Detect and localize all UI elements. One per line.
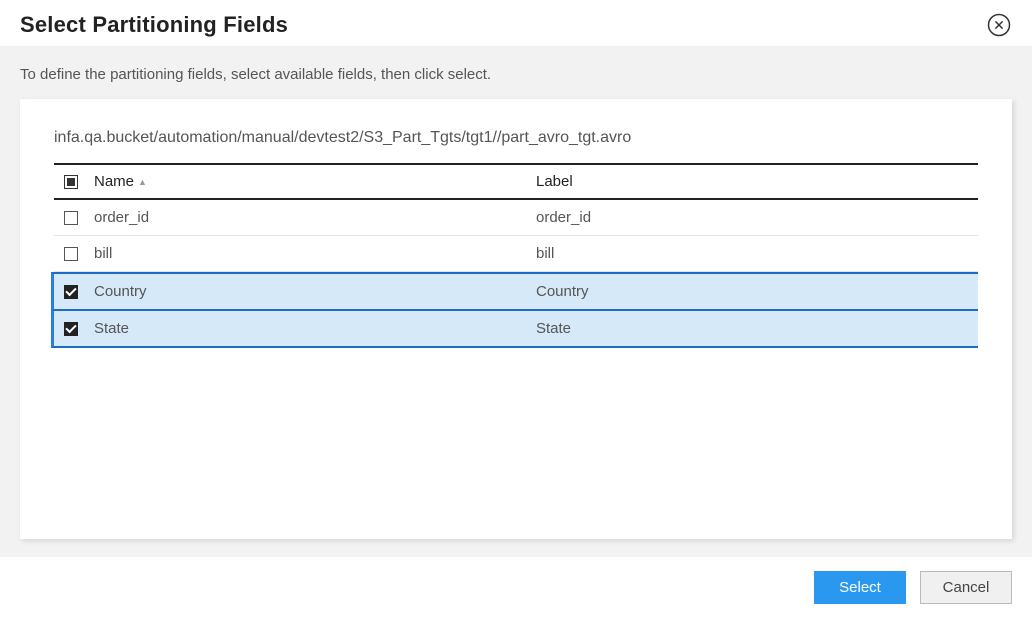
cell-name: bill xyxy=(94,245,536,262)
fields-panel: infa.qa.bucket/automation/manual/devtest… xyxy=(20,99,1012,539)
row-checkbox[interactable] xyxy=(64,322,78,336)
column-header-label-label: Label xyxy=(536,173,573,190)
cell-label: State xyxy=(536,320,978,337)
select-all-checkbox[interactable] xyxy=(64,175,78,189)
cell-label: bill xyxy=(536,245,978,262)
cell-name: order_id xyxy=(94,209,536,226)
row-checkbox[interactable] xyxy=(64,285,78,299)
select-button[interactable]: Select xyxy=(814,571,906,604)
dialog-title: Select Partitioning Fields xyxy=(20,12,288,38)
cell-label: order_id xyxy=(536,209,978,226)
cell-name: Country xyxy=(94,283,536,300)
table-row[interactable]: Country Country xyxy=(51,272,978,311)
table-header: Name ▲ Label xyxy=(54,163,978,200)
file-path: infa.qa.bucket/automation/manual/devtest… xyxy=(54,129,978,147)
fields-table: Name ▲ Label order_id order_id bill bill xyxy=(54,163,978,348)
table-row[interactable]: order_id order_id xyxy=(54,200,978,236)
cancel-button[interactable]: Cancel xyxy=(920,571,1012,604)
row-checkbox[interactable] xyxy=(64,247,78,261)
dialog-subtitle: To define the partitioning fields, selec… xyxy=(20,66,1012,83)
row-checkbox[interactable] xyxy=(64,211,78,225)
cell-name: State xyxy=(94,320,536,337)
close-icon[interactable] xyxy=(986,12,1012,38)
column-header-name[interactable]: Name ▲ xyxy=(94,173,536,190)
sort-asc-icon: ▲ xyxy=(138,177,147,187)
table-row[interactable]: State State xyxy=(51,311,978,348)
column-header-name-label: Name xyxy=(94,173,134,190)
column-header-label[interactable]: Label xyxy=(536,173,978,190)
table-row[interactable]: bill bill xyxy=(54,236,978,272)
cell-label: Country xyxy=(536,283,978,300)
